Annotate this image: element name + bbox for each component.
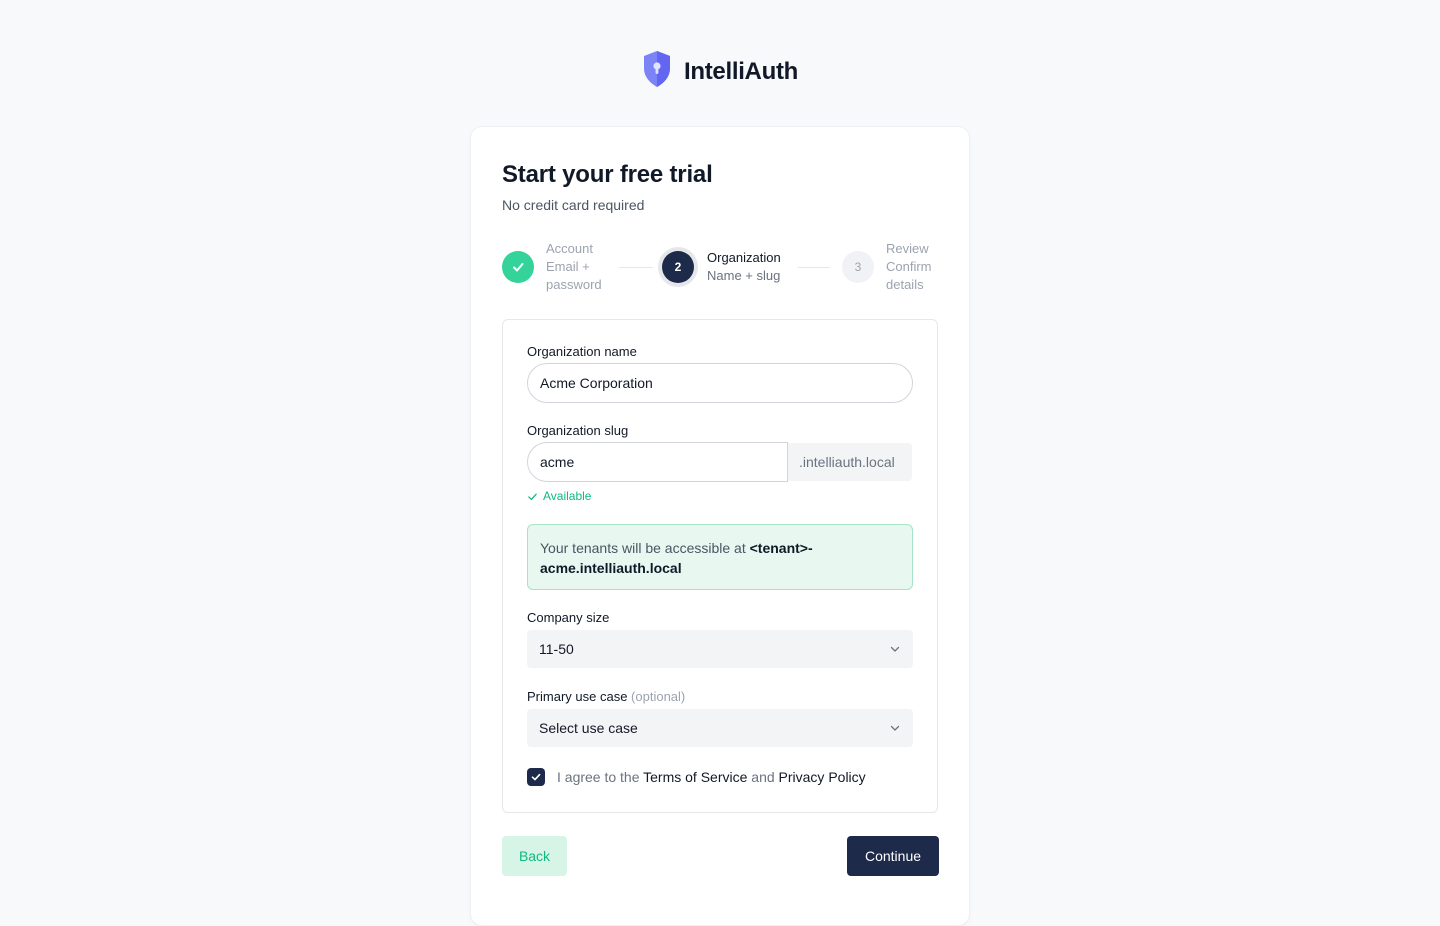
use-case-select[interactable]: Select use case bbox=[527, 709, 913, 747]
availability-text: Available bbox=[543, 489, 592, 503]
terms-agreement: I agree to the Terms of Service and Priv… bbox=[527, 768, 866, 786]
org-slug-input[interactable] bbox=[527, 442, 788, 482]
org-slug-label: Organization slug bbox=[527, 423, 629, 438]
org-slug-field: .intelliauth.local bbox=[527, 442, 913, 482]
page-subtitle: No credit card required bbox=[502, 197, 645, 213]
check-icon bbox=[528, 493, 537, 500]
use-case-value: Select use case bbox=[539, 720, 638, 736]
check-icon bbox=[513, 263, 524, 272]
company-size-label: Company size bbox=[527, 610, 610, 625]
chevron-down-icon bbox=[890, 646, 900, 652]
agree-text: I agree to the Terms of Service and Priv… bbox=[557, 769, 866, 785]
use-case-label-text: Primary use case bbox=[527, 689, 628, 704]
step-connector bbox=[619, 267, 653, 268]
stepper: Account Email + password 2 Organization … bbox=[502, 239, 942, 299]
shield-lock-icon bbox=[642, 50, 672, 93]
step-subtitle: Email + password bbox=[546, 259, 602, 292]
continue-button[interactable]: Continue bbox=[847, 836, 939, 876]
slug-domain-suffix: .intelliauth.local bbox=[788, 443, 912, 481]
optional-hint: (optional) bbox=[631, 689, 686, 704]
step-title: Review bbox=[886, 241, 929, 256]
agree-prefix: I agree to the bbox=[557, 769, 644, 785]
use-case-label: Primary use case (optional) bbox=[527, 689, 685, 704]
page-title: Start your free trial bbox=[502, 161, 713, 188]
step-title: Organization bbox=[707, 250, 781, 265]
agree-and: and bbox=[747, 769, 779, 785]
company-size-value: 11-50 bbox=[539, 641, 574, 657]
step-1-complete-indicator bbox=[502, 251, 534, 283]
info-prefix: Your tenants will be accessible at bbox=[540, 540, 750, 556]
terms-of-service-link[interactable]: Terms of Service bbox=[643, 769, 747, 785]
org-name-label: Organization name bbox=[527, 344, 637, 359]
org-name-input[interactable] bbox=[527, 363, 913, 403]
privacy-policy-link[interactable]: Privacy Policy bbox=[779, 769, 866, 785]
tenant-url-info: Your tenants will be accessible at <tena… bbox=[527, 524, 913, 590]
step-title: Account bbox=[546, 241, 593, 256]
step-account: Account Email + password bbox=[546, 240, 616, 294]
chevron-down-icon bbox=[890, 725, 900, 731]
step-subtitle: Name + slug bbox=[707, 268, 781, 283]
signup-card: Start your free trial No credit card req… bbox=[470, 126, 970, 926]
step-subtitle: Confirm details bbox=[886, 259, 932, 292]
step-3-indicator: 3 bbox=[842, 251, 874, 283]
step-review: Review Confirm details bbox=[886, 240, 946, 294]
step-2-indicator: 2 bbox=[662, 251, 694, 283]
brand-header: IntelliAuth bbox=[0, 50, 1440, 93]
company-size-select[interactable]: 11-50 bbox=[527, 630, 913, 668]
terms-checkbox[interactable] bbox=[527, 768, 545, 786]
slug-availability: Available bbox=[527, 489, 591, 503]
organization-form: Organization name Organization slug .int… bbox=[502, 319, 938, 813]
step-connector bbox=[798, 267, 830, 268]
brand-name: IntelliAuth bbox=[683, 57, 799, 85]
check-icon bbox=[531, 773, 541, 781]
back-button[interactable]: Back bbox=[502, 836, 567, 876]
